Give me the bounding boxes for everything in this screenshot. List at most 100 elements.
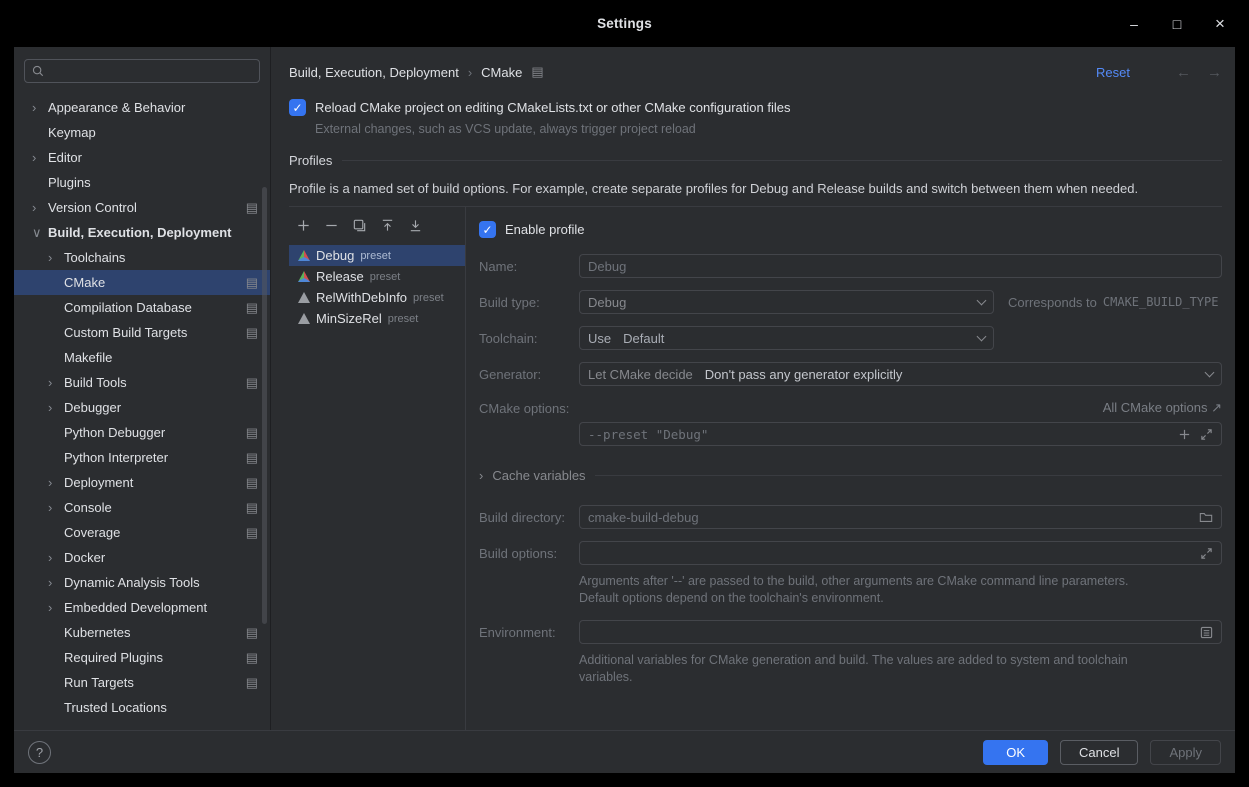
profile-item-minsizerel[interactable]: MinSizeRel preset	[289, 308, 465, 329]
generator-select[interactable]: Let CMake decide Don't pass any generato…	[579, 362, 1222, 386]
add-profile-button[interactable]	[294, 216, 312, 234]
cmake-profile-icon	[298, 250, 310, 261]
chevron-down-icon	[1205, 367, 1215, 377]
chevron-right-icon: ›	[48, 576, 64, 589]
toolchain-select[interactable]: Use Default	[579, 326, 994, 350]
build-options-input[interactable]	[579, 541, 1222, 565]
sidebar-item-trusted-locations[interactable]: Trusted Locations	[14, 695, 270, 720]
move-up-button[interactable]	[378, 216, 396, 234]
expand-editor-icon[interactable]	[1200, 547, 1213, 560]
sidebar-item-build-tools[interactable]: ›Build Tools▤	[14, 370, 270, 395]
ok-button[interactable]: OK	[983, 740, 1048, 765]
copy-profile-button[interactable]	[350, 216, 368, 234]
all-cmake-options-link[interactable]: All CMake options ↗	[1103, 400, 1222, 416]
build-directory-row: Build directory: cmake-build-debug	[479, 505, 1222, 529]
sidebar-item-toolchains[interactable]: ›Toolchains	[14, 245, 270, 270]
sidebar-item-compilation-database[interactable]: Compilation Database▤	[14, 295, 270, 320]
settings-page-icon: ▤	[246, 300, 258, 316]
profile-item-release[interactable]: Release preset	[289, 266, 465, 287]
settings-page-icon: ▤	[246, 375, 258, 391]
cmake-profile-icon	[298, 292, 310, 303]
sidebar-item-python-debugger[interactable]: Python Debugger▤	[14, 420, 270, 445]
chevron-down-icon	[977, 295, 987, 305]
minimize-button[interactable]: –	[1125, 16, 1143, 32]
remove-profile-button[interactable]	[322, 216, 340, 234]
sidebar-item-docker[interactable]: ›Docker	[14, 545, 270, 570]
sidebar-item-coverage[interactable]: Coverage▤	[14, 520, 270, 545]
sidebar-scrollbar[interactable]	[262, 187, 267, 624]
divider	[342, 160, 1222, 161]
search-input[interactable]	[50, 64, 253, 79]
chevron-right-icon: ›	[479, 468, 483, 483]
breadcrumb-parent[interactable]: Build, Execution, Deployment	[289, 65, 459, 80]
sidebar-item-editor[interactable]: ›Editor	[14, 145, 270, 170]
sidebar-item-embedded-development[interactable]: ›Embedded Development	[14, 595, 270, 620]
reload-cmake-checkbox[interactable]: ✓	[289, 99, 306, 116]
settings-panel: ›Appearance & Behavior Keymap ›Editor Pl…	[14, 47, 1235, 773]
apply-button[interactable]: Apply	[1150, 740, 1221, 765]
profile-item-relwithdebinfo[interactable]: RelWithDebInfo preset	[289, 287, 465, 308]
chevron-down-icon: ∨	[32, 226, 48, 239]
generator-row: Generator: Let CMake decide Don't pass a…	[479, 362, 1222, 386]
sidebar-item-plugins[interactable]: Plugins	[14, 170, 270, 195]
settings-search[interactable]	[24, 59, 260, 83]
breadcrumb-separator-icon: ›	[468, 65, 472, 80]
folder-icon[interactable]	[1199, 511, 1213, 524]
close-button[interactable]: ×	[1211, 14, 1229, 34]
toolchain-row: Toolchain: Use Default	[479, 326, 1222, 350]
build-directory-input[interactable]: cmake-build-debug	[579, 505, 1222, 529]
enable-profile-checkbox[interactable]: ✓	[479, 221, 496, 238]
cmake-options-input[interactable]: --preset "Debug"	[579, 422, 1222, 446]
reload-cmake-hint: External changes, such as VCS update, al…	[315, 122, 1222, 136]
profile-item-debug[interactable]: Debug preset	[289, 245, 465, 266]
sidebar-item-keymap[interactable]: Keymap	[14, 120, 270, 145]
profiles-section-header: Profiles	[289, 153, 1222, 168]
expand-editor-icon[interactable]	[1200, 428, 1213, 441]
cancel-button[interactable]: Cancel	[1060, 740, 1138, 765]
sidebar-item-version-control[interactable]: ›Version Control▤	[14, 195, 270, 220]
settings-page-icon: ▤	[246, 675, 258, 691]
cmake-build-type-code: CMAKE_BUILD_TYPE	[1103, 295, 1219, 309]
sidebar-item-makefile[interactable]: Makefile	[14, 345, 270, 370]
build-type-select[interactable]: Debug	[579, 290, 994, 314]
generator-label: Generator:	[479, 367, 579, 382]
cmake-options-row: --preset "Debug"	[479, 422, 1222, 446]
settings-sidebar: ›Appearance & Behavior Keymap ›Editor Pl…	[14, 47, 271, 730]
back-arrow-icon[interactable]: ←	[1176, 64, 1191, 81]
settings-page-icon: ▤	[246, 325, 258, 341]
env-variables-list-icon[interactable]	[1200, 626, 1213, 639]
sidebar-item-required-plugins[interactable]: Required Plugins▤	[14, 645, 270, 670]
sidebar-item-appearance-behavior[interactable]: ›Appearance & Behavior	[14, 95, 270, 120]
build-type-row: Build type: Debug Corresponds to CMAKE_B…	[479, 290, 1222, 314]
chevron-right-icon: ›	[32, 201, 48, 214]
chevron-right-icon: ›	[48, 601, 64, 614]
environment-input[interactable]	[579, 620, 1222, 644]
settings-page-icon: ▤	[246, 625, 258, 641]
sidebar-item-run-targets[interactable]: Run Targets▤	[14, 670, 270, 695]
sidebar-item-dynamic-analysis-tools[interactable]: ›Dynamic Analysis Tools	[14, 570, 270, 595]
cmake-options-label-row: CMake options: All CMake options ↗	[479, 400, 1222, 416]
sidebar-item-console[interactable]: ›Console▤	[14, 495, 270, 520]
add-option-icon[interactable]	[1178, 428, 1191, 441]
move-down-button[interactable]	[406, 216, 424, 234]
preset-tag: preset	[413, 292, 444, 304]
titlebar: Settings – □ ×	[0, 0, 1249, 47]
sidebar-item-cmake[interactable]: CMake▤	[14, 270, 270, 295]
sidebar-item-python-interpreter[interactable]: Python Interpreter▤	[14, 445, 270, 470]
sidebar-item-deployment[interactable]: ›Deployment▤	[14, 470, 270, 495]
build-options-row: Build options:	[479, 541, 1222, 565]
settings-page-icon: ▤	[246, 650, 258, 666]
reset-link[interactable]: Reset	[1096, 65, 1130, 80]
name-input[interactable]: Debug	[579, 254, 1222, 278]
settings-page-icon: ▤	[246, 450, 258, 466]
sidebar-item-debugger[interactable]: ›Debugger	[14, 395, 270, 420]
cmake-settings-page: Build, Execution, Deployment › CMake ▤ R…	[271, 47, 1235, 730]
sidebar-item-kubernetes[interactable]: Kubernetes▤	[14, 620, 270, 645]
forward-arrow-icon[interactable]: →	[1207, 64, 1222, 81]
maximize-button[interactable]: □	[1168, 16, 1186, 32]
cache-variables-toggle[interactable]: › Cache variables	[479, 468, 1222, 483]
chevron-right-icon: ›	[32, 101, 48, 114]
sidebar-item-custom-build-targets[interactable]: Custom Build Targets▤	[14, 320, 270, 345]
sidebar-item-build-execution-deployment[interactable]: ∨Build, Execution, Deployment	[14, 220, 270, 245]
help-button[interactable]: ?	[28, 741, 51, 764]
